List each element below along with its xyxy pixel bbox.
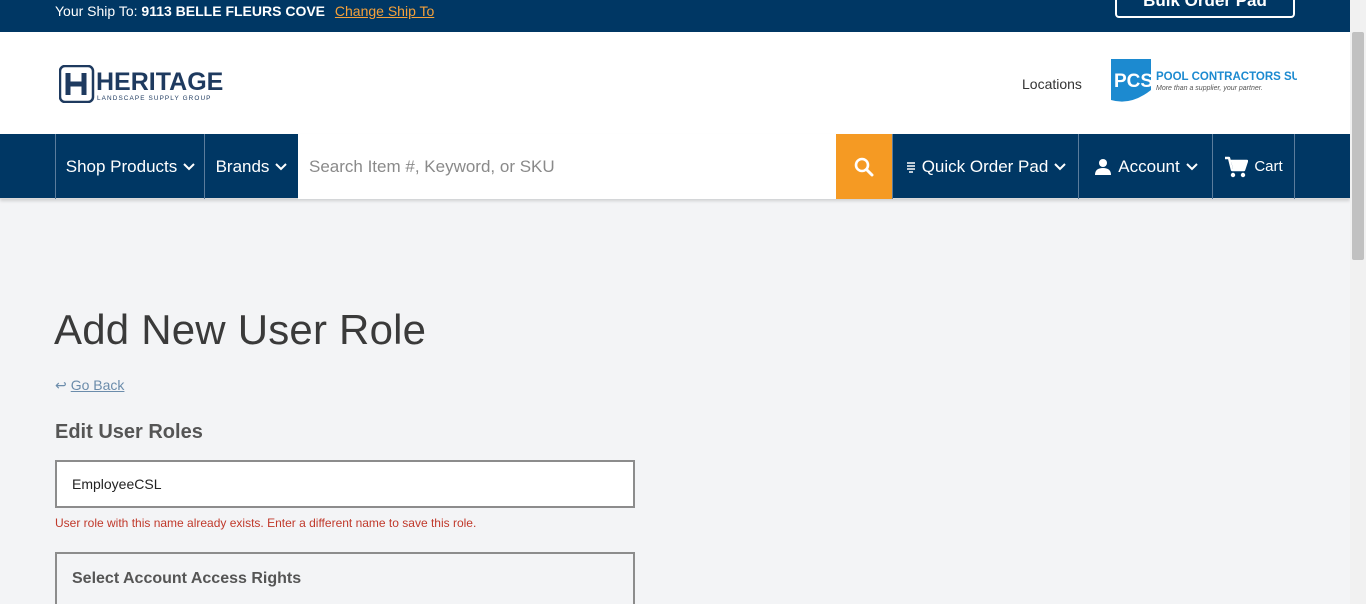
main-navigation: Shop Products Brands Quick Order Pad Acc… xyxy=(0,134,1350,199)
top-bar: Your Ship To: 9113 BELLE FLEURS COVE Cha… xyxy=(0,0,1350,32)
search-input[interactable] xyxy=(298,134,836,199)
role-name-input[interactable] xyxy=(55,460,635,508)
scrollbar-thumb[interactable] xyxy=(1352,32,1364,260)
cart-link[interactable]: Cart xyxy=(1212,134,1295,199)
account-label: Account xyxy=(1118,156,1180,176)
pcs-mark-text: PCS xyxy=(1114,71,1153,92)
pcs-logo[interactable]: PCS POOL CONTRACTORS SUPPLY More than a … xyxy=(1109,56,1297,106)
brands-menu[interactable]: Brands xyxy=(204,134,298,199)
go-back[interactable]: ↩ Go Back xyxy=(55,377,124,394)
error-message: User role with this name already exists.… xyxy=(55,516,477,530)
list-icon xyxy=(906,161,915,173)
site-header: HERITAGE LANDSCAPE SUPPLY GROUP Location… xyxy=(0,32,1350,134)
chevron-down-icon xyxy=(183,162,195,170)
ship-to-info: Your Ship To: 9113 BELLE FLEURS COVE Cha… xyxy=(55,3,434,19)
search-button[interactable] xyxy=(836,134,892,199)
brands-label: Brands xyxy=(215,156,270,176)
logo-sub-text: LANDSCAPE SUPPLY GROUP xyxy=(97,95,212,102)
bulk-order-pad-button[interactable]: Bulk Order Pad xyxy=(1115,0,1295,18)
shop-products-label: Shop Products xyxy=(65,156,178,176)
section-title: Edit User Roles xyxy=(55,421,203,443)
chevron-down-icon xyxy=(275,162,288,170)
user-icon xyxy=(1095,158,1112,175)
quick-order-pad-label: Quick Order Pad xyxy=(921,156,1049,176)
chevron-down-icon xyxy=(1054,162,1067,170)
page-title: Add New User Role xyxy=(54,306,427,353)
ship-to-prefix: Your Ship To: xyxy=(55,3,138,19)
pcs-name-text: POOL CONTRACTORS SUPPLY xyxy=(1156,71,1297,83)
page-scrollbar[interactable] xyxy=(1350,0,1366,604)
cart-icon xyxy=(1225,156,1249,177)
go-back-link[interactable]: Go Back xyxy=(71,377,125,393)
logo-main-text: HERITAGE xyxy=(96,68,223,96)
access-rights-title: Select Account Access Rights xyxy=(72,570,302,587)
chevron-down-icon xyxy=(1186,162,1198,170)
pcs-tagline-text: More than a supplier, your partner. xyxy=(1156,85,1263,92)
back-arrow-icon: ↩ xyxy=(55,377,67,393)
account-access-rights-panel[interactable]: Select Account Access Rights xyxy=(55,552,635,604)
locations-link[interactable]: Locations xyxy=(1022,76,1082,92)
change-ship-to-link[interactable]: Change Ship To xyxy=(335,3,434,19)
quick-order-pad-menu[interactable]: Quick Order Pad xyxy=(892,134,1079,199)
search-icon xyxy=(854,157,874,176)
heritage-logo[interactable]: HERITAGE LANDSCAPE SUPPLY GROUP xyxy=(59,65,251,103)
shop-products-menu[interactable]: Shop Products xyxy=(55,134,205,199)
cart-label: Cart xyxy=(1254,158,1283,175)
account-menu[interactable]: Account xyxy=(1078,134,1213,199)
ship-to-address: 9113 BELLE FLEURS COVE xyxy=(141,3,326,19)
